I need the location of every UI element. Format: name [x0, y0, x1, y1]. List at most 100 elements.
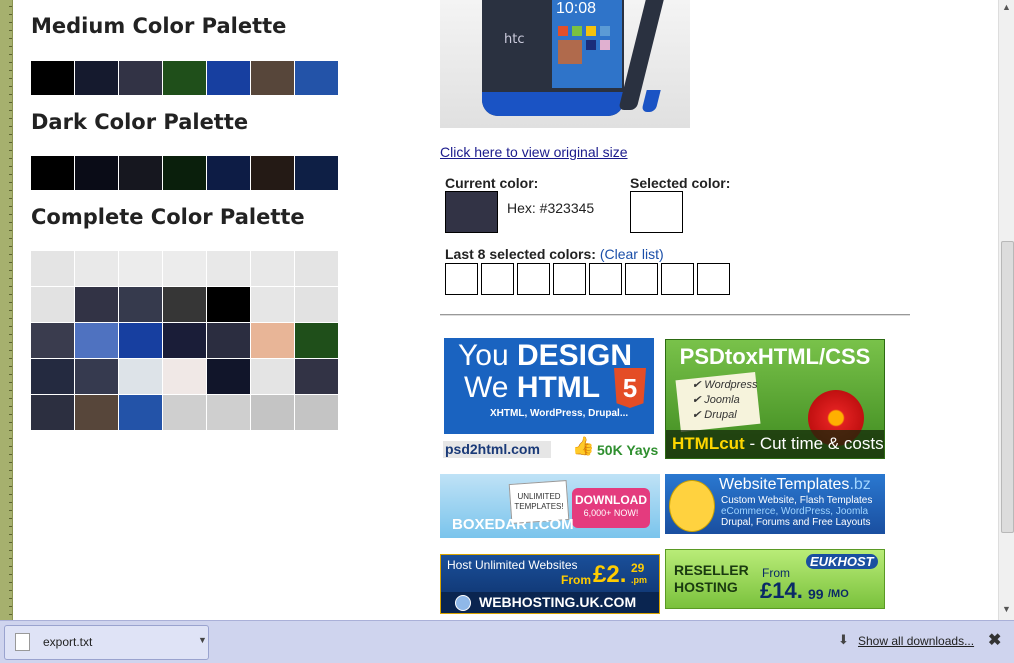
- recent-color-slot[interactable]: [661, 263, 694, 295]
- selected-color-label: Selected color:: [630, 175, 731, 191]
- color-swatch[interactable]: [75, 359, 118, 394]
- color-swatch[interactable]: [207, 251, 250, 286]
- color-swatch[interactable]: [31, 61, 75, 95]
- color-swatch[interactable]: [295, 61, 339, 95]
- recent-color-slot[interactable]: [553, 263, 586, 295]
- ad-psdtoxhtml[interactable]: PSDtoxHTML/CSS ✔ Wordpress ✔ Joomla ✔ Dr…: [665, 339, 885, 459]
- recent-color-slot[interactable]: [517, 263, 550, 295]
- color-swatch[interactable]: [75, 61, 119, 95]
- recent-color-slot[interactable]: [481, 263, 514, 295]
- color-swatch[interactable]: [119, 323, 162, 358]
- recent-color-slot[interactable]: [625, 263, 658, 295]
- ad-psdtoxhtml-item: Joomla: [704, 394, 740, 406]
- scrollbar-thumb[interactable]: [1001, 241, 1014, 533]
- color-swatch[interactable]: [295, 156, 339, 190]
- ad-boxedart-tag-text: DOWNLOAD 6,000+ NOW!: [574, 494, 648, 520]
- ad-psdtoxhtml-tagline: - Cut time & costs: [744, 434, 884, 453]
- ad-webhosting[interactable]: Host Unlimited Websites From £2. 29 .pm …: [440, 554, 660, 614]
- ad-psdtoxhtml-footer: HTMLcut - Cut time & costs: [672, 434, 884, 454]
- color-swatch[interactable]: [163, 156, 207, 190]
- scroll-down-icon[interactable]: ▼: [1002, 604, 1011, 614]
- show-all-downloads-link[interactable]: Show all downloads...: [858, 634, 974, 648]
- app-tile: [586, 40, 596, 50]
- color-swatch[interactable]: [75, 287, 118, 322]
- download-item[interactable]: export.txt ▼: [4, 625, 209, 660]
- ad-psdtoxhtml-list: ✔ Wordpress ✔ Joomla ✔ Drupal: [692, 379, 758, 421]
- color-swatch[interactable]: [75, 156, 119, 190]
- ad-boxedart-badge: UNLIMITED TEMPLATES!: [514, 492, 564, 512]
- recent-color-slot[interactable]: [445, 263, 478, 295]
- color-swatch[interactable]: [119, 251, 162, 286]
- ad-psd2html[interactable]: You DESIGN We HTML 5 XHTML, WordPress, D…: [440, 338, 660, 462]
- color-swatch[interactable]: [163, 251, 206, 286]
- page-content: Medium Color Palette Dark Color Palette …: [13, 0, 998, 620]
- color-swatch[interactable]: [119, 61, 163, 95]
- ad-boxedart[interactable]: UNLIMITED TEMPLATES! DOWNLOAD 6,000+ NOW…: [440, 474, 660, 538]
- color-swatch[interactable]: [251, 61, 295, 95]
- color-swatch[interactable]: [251, 323, 294, 358]
- color-swatch[interactable]: [207, 61, 251, 95]
- ad-boxedart-count: 6,000+ NOW!: [583, 508, 639, 518]
- complete-palette-title: Complete Color Palette: [31, 205, 305, 229]
- color-swatch[interactable]: [163, 395, 206, 430]
- color-swatch[interactable]: [251, 156, 295, 190]
- vertical-scrollbar[interactable]: ▲ ▼: [998, 0, 1014, 620]
- current-color-swatch: [445, 191, 498, 233]
- app-tile: [572, 26, 582, 36]
- phone-bottom: [482, 92, 624, 116]
- color-swatch[interactable]: [163, 359, 206, 394]
- color-swatch[interactable]: [207, 359, 250, 394]
- ad-eukhost-line1: RESELLER: [674, 562, 749, 578]
- product-image[interactable]: htc 10:08: [440, 0, 690, 128]
- color-swatch[interactable]: [119, 359, 162, 394]
- color-swatch[interactable]: [251, 359, 294, 394]
- medium-palette: [31, 61, 339, 95]
- color-swatch[interactable]: [31, 287, 74, 322]
- color-swatch[interactable]: [207, 395, 250, 430]
- ad-websitetemplates[interactable]: WebsiteTemplates.bz Custom Website, Flas…: [665, 474, 885, 534]
- recent-color-slot[interactable]: [589, 263, 622, 295]
- chevron-down-icon[interactable]: ▼: [198, 635, 207, 645]
- html5-badge: 5: [614, 368, 646, 408]
- ad-boxedart-download: DOWNLOAD: [575, 493, 647, 507]
- clear-list-link[interactable]: (Clear list): [600, 246, 664, 262]
- color-swatch[interactable]: [163, 287, 206, 322]
- color-swatch[interactable]: [295, 287, 338, 322]
- color-swatch[interactable]: [251, 287, 294, 322]
- color-swatch[interactable]: [207, 287, 250, 322]
- ad-webhosting-site: WEBHOSTING.UK.COM: [479, 594, 637, 610]
- color-swatch[interactable]: [75, 251, 118, 286]
- ad-eukhost[interactable]: RESELLER HOSTING From £14. 99 /MO EUKHOS…: [665, 549, 885, 609]
- color-swatch[interactable]: [251, 251, 294, 286]
- color-swatch[interactable]: [207, 323, 250, 358]
- color-swatch[interactable]: [119, 287, 162, 322]
- color-swatch[interactable]: [119, 395, 162, 430]
- color-swatch[interactable]: [295, 395, 338, 430]
- color-swatch[interactable]: [295, 323, 338, 358]
- color-swatch[interactable]: [31, 323, 74, 358]
- app-tile: [600, 26, 610, 36]
- color-swatch[interactable]: [295, 251, 338, 286]
- ad-boxedart-site: BOXEDART.COM: [452, 516, 574, 533]
- color-swatch[interactable]: [75, 395, 118, 430]
- color-swatch[interactable]: [295, 359, 338, 394]
- color-swatch[interactable]: [163, 61, 207, 95]
- color-swatch[interactable]: [75, 323, 118, 358]
- color-swatch[interactable]: [119, 156, 163, 190]
- left-margin: [0, 0, 13, 620]
- recent-color-slot[interactable]: [697, 263, 730, 295]
- color-swatch[interactable]: [251, 395, 294, 430]
- ad-psdtoxhtml-brand: HTMLcut: [672, 434, 745, 453]
- ad-psd2html-site: psd2html.com: [445, 441, 540, 457]
- close-icon[interactable]: ✖: [988, 630, 1001, 650]
- ad-eukhost-line2: HOSTING: [674, 579, 738, 595]
- scroll-up-icon[interactable]: ▲: [1002, 2, 1011, 12]
- color-swatch[interactable]: [163, 323, 206, 358]
- color-swatch[interactable]: [31, 156, 75, 190]
- color-swatch[interactable]: [31, 359, 74, 394]
- view-original-size-link[interactable]: Click here to view original size: [440, 144, 628, 160]
- color-swatch[interactable]: [31, 251, 74, 286]
- color-swatch[interactable]: [207, 156, 251, 190]
- phone-side-tip: [641, 90, 661, 112]
- color-swatch[interactable]: [31, 395, 74, 430]
